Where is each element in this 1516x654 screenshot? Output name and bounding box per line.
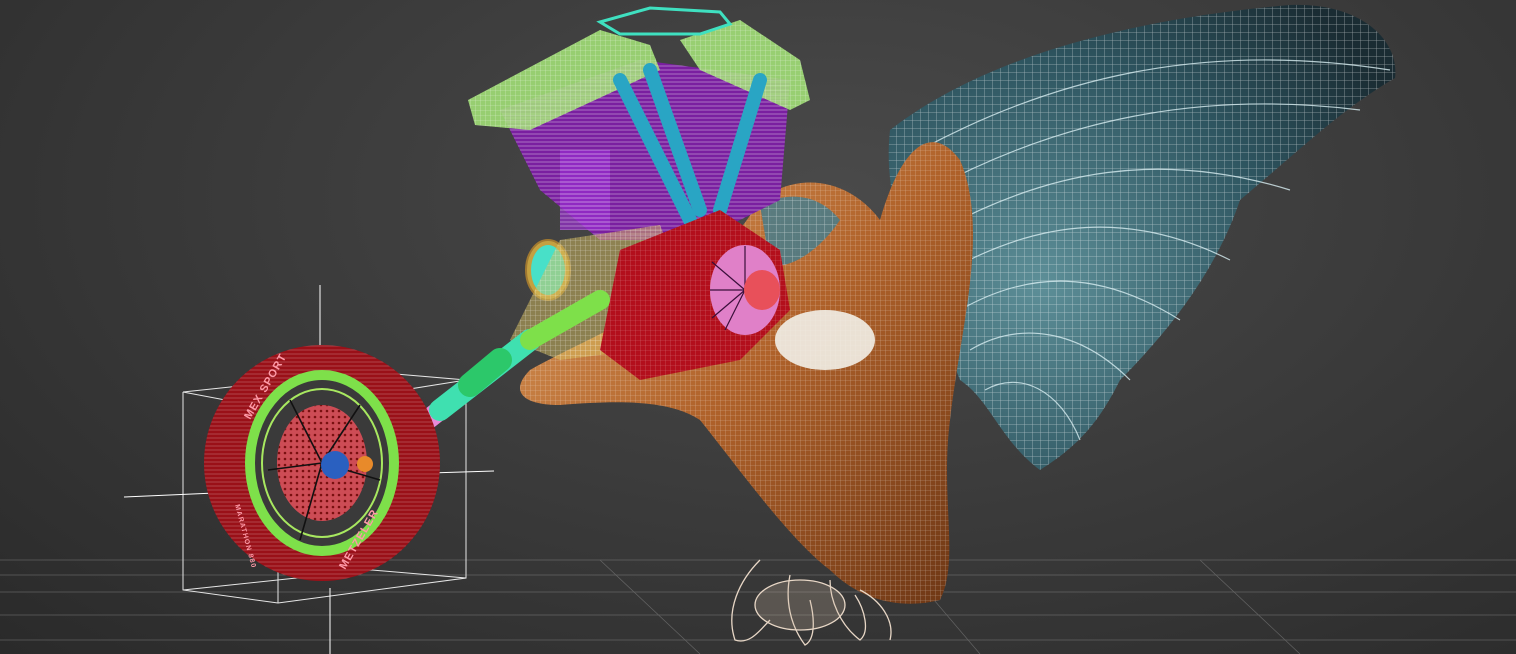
front-wheel[interactable]: MEX SPORT METZELER MARATHON 880	[204, 345, 440, 581]
scene-canvas[interactable]: MEX SPORT METZELER MARATHON 880	[0, 0, 1516, 654]
3d-viewport[interactable]: MEX SPORT METZELER MARATHON 880	[0, 0, 1516, 654]
eagle-chest-highlight	[775, 310, 875, 370]
